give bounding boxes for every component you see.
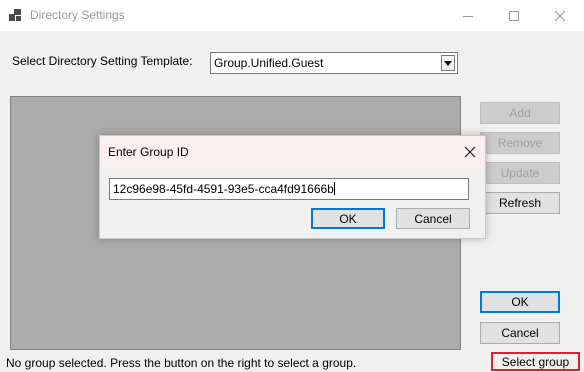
group-id-input-value: 12c96e98-45fd-4591-93e5-cca4fd91666b (113, 182, 334, 196)
dialog-title-bar[interactable]: Enter Group ID (100, 136, 485, 167)
minimize-icon (463, 15, 473, 17)
text-caret (333, 182, 335, 195)
status-text: No group selected. Press the button on t… (6, 356, 357, 370)
maximize-icon (509, 10, 519, 21)
enter-group-id-dialog: Enter Group ID 12c96e98-45fd-4591-93e5-c… (99, 135, 486, 239)
close-button[interactable] (537, 0, 583, 31)
template-combobox[interactable]: Group.Unified.Guest (210, 52, 458, 74)
remove-button[interactable]: Remove (480, 132, 560, 154)
dialog-close-button[interactable] (461, 143, 479, 161)
window-title: Directory Settings (30, 8, 125, 22)
template-label: Select Directory Setting Template: (12, 54, 193, 68)
update-button[interactable]: Update (480, 162, 560, 184)
add-button[interactable]: Add (480, 102, 560, 124)
template-selected-value: Group.Unified.Guest (214, 56, 324, 70)
group-id-input[interactable]: 12c96e98-45fd-4591-93e5-cca4fd91666b (109, 178, 469, 200)
cancel-button[interactable]: Cancel (480, 322, 560, 344)
dialog-title: Enter Group ID (108, 145, 189, 159)
minimize-button[interactable] (445, 0, 491, 31)
maximize-button[interactable] (491, 0, 537, 31)
ok-button[interactable]: OK (480, 291, 560, 313)
dialog-cancel-button[interactable]: Cancel (396, 208, 470, 229)
directory-settings-window: Directory Settings Select Directory Sett… (0, 0, 584, 372)
close-icon (464, 146, 476, 158)
close-icon (555, 10, 565, 21)
title-bar[interactable]: Directory Settings (0, 0, 584, 31)
dialog-ok-button[interactable]: OK (311, 208, 385, 229)
app-window-icon (9, 9, 21, 21)
select-group-button[interactable]: Select group (491, 352, 580, 371)
dropdown-arrow-icon[interactable] (441, 55, 455, 71)
refresh-button[interactable]: Refresh (480, 192, 560, 214)
